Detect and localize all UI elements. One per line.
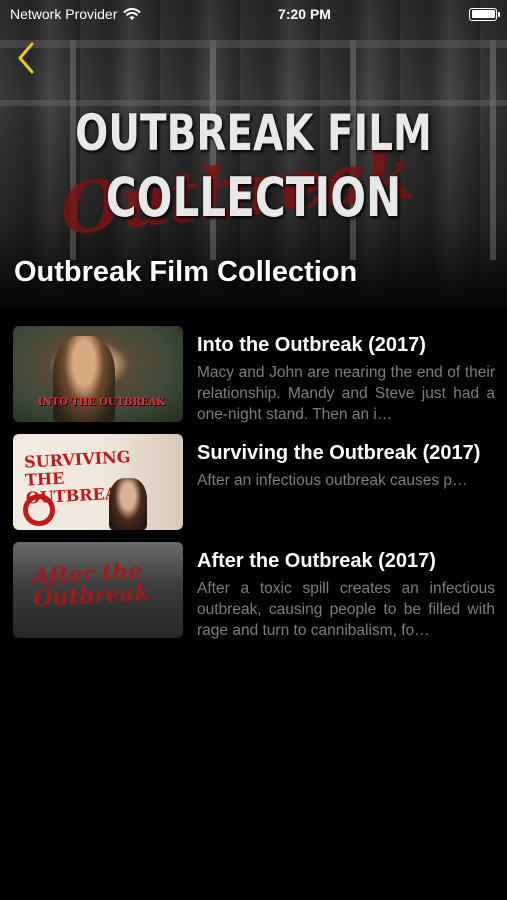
thumbnail-figure	[109, 478, 147, 530]
film-list-item[interactable]: After the Outbreak After the Outbreak (2…	[0, 542, 507, 650]
film-description: After a toxic spill creates an infectiou…	[197, 580, 495, 639]
hero-banner: Outbreak OUTBREAK FILM COLLECTION Outbre…	[0, 0, 507, 310]
film-list: INTO THE OUTBREAK Into the Outbreak (201…	[0, 326, 507, 650]
film-list-item[interactable]: SURVIVING THE OUTBREAK Surviving the Out…	[0, 434, 507, 542]
film-title: Into the Outbreak (2017)	[197, 334, 426, 356]
film-thumbnail: INTO THE OUTBREAK	[13, 326, 183, 422]
film-description: After an infectious outbreak causes p…	[197, 472, 468, 489]
thumbnail-figure	[53, 336, 115, 422]
page-title: Outbreak Film Collection	[14, 256, 358, 288]
status-bar: Network Provider 7:20 PM	[0, 0, 507, 28]
hero-logo-line-1: OUTBREAK FILM	[75, 104, 432, 162]
status-time: 7:20 PM	[278, 6, 331, 22]
film-info: Surviving the Outbreak (2017) After an i…	[183, 434, 507, 542]
film-list-item[interactable]: INTO THE OUTBREAK Into the Outbreak (201…	[0, 326, 507, 434]
battery-icon	[469, 7, 500, 21]
film-info: After the Outbreak (2017) After a toxic …	[183, 542, 507, 650]
biohazard-icon	[23, 494, 55, 526]
battery-fill	[471, 10, 495, 18]
film-thumbnail: After the Outbreak	[13, 542, 183, 638]
back-button[interactable]	[12, 38, 42, 78]
film-title: After the Outbreak (2017)	[197, 550, 436, 572]
film-description: Macy and John are nearing the end of the…	[197, 364, 495, 423]
hero-logo-line-2: COLLECTION	[105, 166, 402, 229]
film-thumbnail: SURVIVING THE OUTBREAK	[13, 434, 183, 530]
thumbnail-title-text: After the Outbreak	[31, 558, 150, 612]
thumbnail-title-text: INTO THE OUTBREAK	[37, 397, 165, 408]
film-info: Into the Outbreak (2017) Macy and John a…	[183, 326, 507, 434]
carrier-label: Network Provider	[10, 6, 118, 22]
status-left: Network Provider	[10, 6, 180, 22]
chevron-left-icon	[18, 42, 34, 74]
wifi-icon	[123, 8, 141, 20]
film-title: Surviving the Outbreak (2017)	[197, 442, 481, 464]
